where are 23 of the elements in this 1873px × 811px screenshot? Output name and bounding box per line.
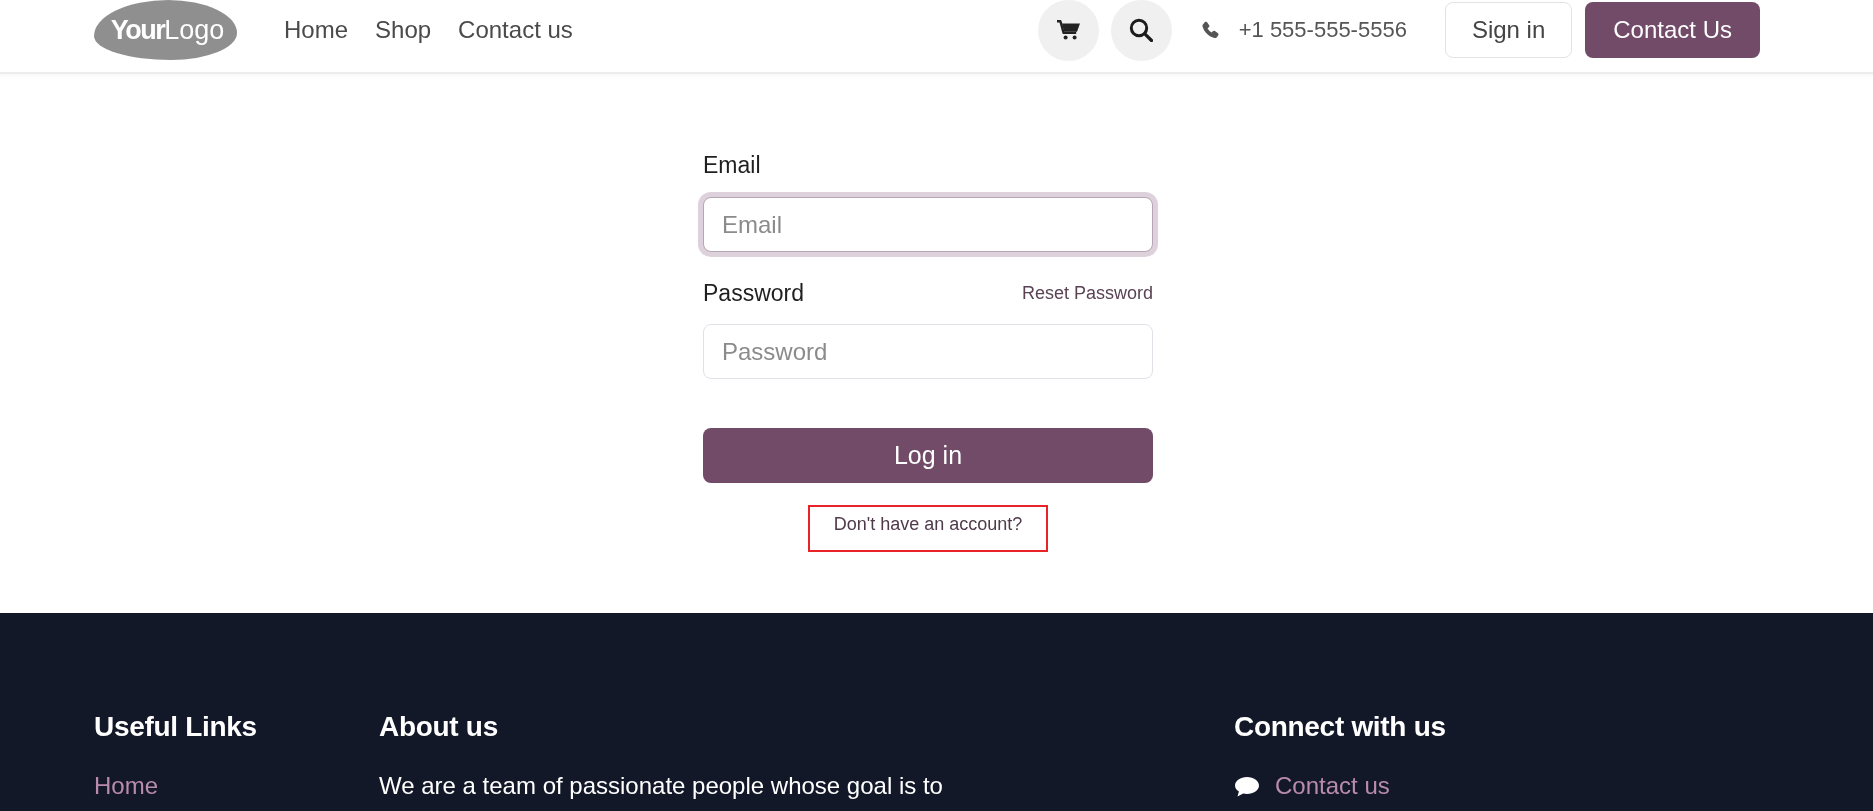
about-text: We are a team of passionate people whose goal is to xyxy=(379,771,943,801)
nav-link[interactable]: Home xyxy=(284,15,349,45)
footer-heading: About us xyxy=(379,710,498,744)
email-label: Email xyxy=(703,151,761,180)
nav-link[interactable]: Shop xyxy=(375,15,432,45)
reset-password-link[interactable]: Reset Password xyxy=(1021,282,1153,304)
search-icon xyxy=(1129,18,1154,42)
footer-link[interactable]: Home xyxy=(94,768,159,804)
footer-heading: Connect with us xyxy=(1234,710,1446,744)
contact-us-button[interactable]: Contact Us xyxy=(1585,2,1760,58)
nav-link[interactable]: Contact us xyxy=(458,15,573,45)
password-label: Password xyxy=(703,279,804,308)
cart-icon xyxy=(1056,20,1080,40)
speech-bubble-icon xyxy=(1234,775,1260,797)
sign-in-button[interactable]: Sign in xyxy=(1444,2,1573,58)
phone-icon xyxy=(1200,20,1220,40)
footer-heading: Useful Links xyxy=(94,710,257,744)
email-field[interactable]: Email xyxy=(698,192,1158,257)
signup-link[interactable]: Don't have an account? xyxy=(833,511,1023,537)
footer-link[interactable]: Contact us xyxy=(1275,768,1390,804)
password-field[interactable]: Password xyxy=(703,324,1153,379)
login-button[interactable]: Log in xyxy=(703,428,1153,483)
phone-link[interactable]: +1 555-555-5556 xyxy=(1200,17,1407,43)
